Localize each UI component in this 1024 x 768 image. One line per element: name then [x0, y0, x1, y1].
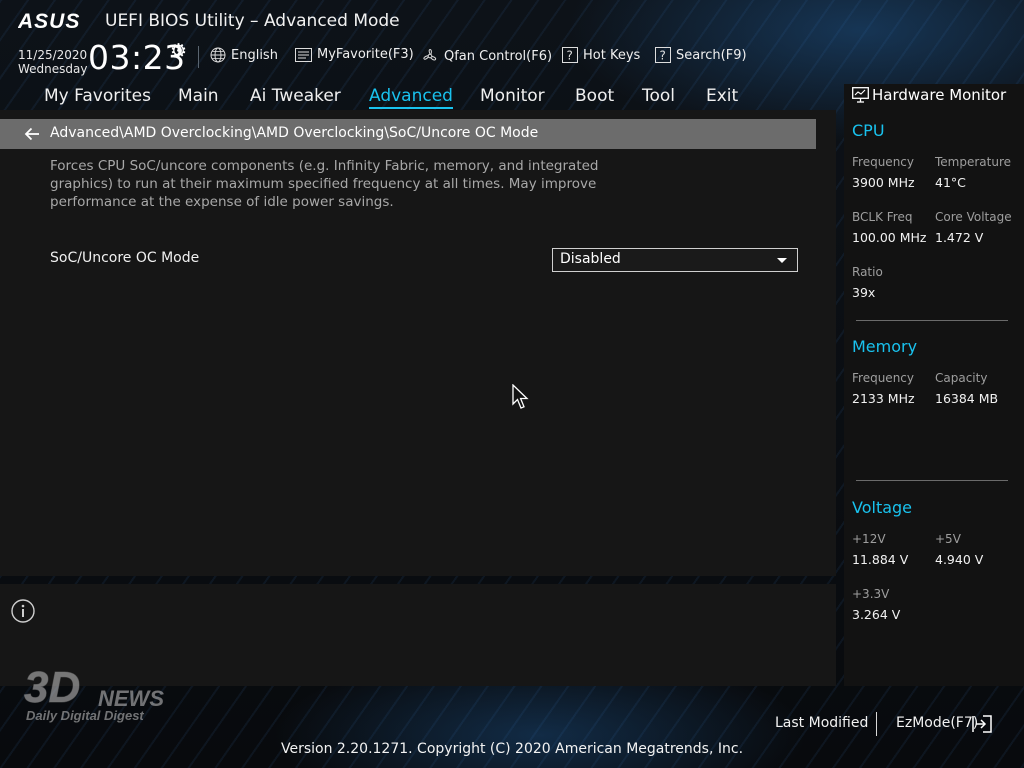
tab-advanced[interactable]: Advanced: [369, 86, 453, 109]
tab-tool[interactable]: Tool: [642, 86, 675, 106]
breadcrumb-path: Advanced\AMD Overclocking\AMD Overclocki…: [50, 125, 539, 141]
hotkeys-button[interactable]: ? Hot Keys: [562, 47, 640, 63]
svg-text:?: ?: [660, 49, 666, 63]
voltage-heading: Voltage: [852, 498, 913, 517]
back-arrow-icon[interactable]: [24, 126, 40, 142]
v33-value: 3.264 V: [852, 607, 901, 622]
main-menu: My Favorites Main Ai Tweaker Advanced Mo…: [0, 82, 836, 110]
ezmode-button[interactable]: EzMode(F7): [896, 715, 978, 731]
language-label: English: [231, 47, 278, 63]
ratio-label: Ratio: [852, 265, 883, 279]
favorite-list-icon: [295, 47, 312, 62]
cpu-temperature-label: Temperature: [935, 155, 1012, 169]
last-modified-button[interactable]: Last Modified: [775, 715, 868, 731]
tab-boot[interactable]: Boot: [575, 86, 614, 106]
memory-capacity-label: Capacity: [935, 371, 988, 385]
v12-value: 11.884 V: [852, 552, 909, 567]
globe-icon: [210, 47, 226, 63]
core-voltage-label: Core Voltage: [935, 210, 1012, 224]
tab-my-favorites[interactable]: My Favorites: [44, 86, 151, 106]
memory-capacity-value: 16384 MB: [935, 391, 999, 406]
memory-frequency-value: 2133 MHz: [852, 391, 915, 406]
hotkeys-label: Hot Keys: [583, 47, 641, 63]
footer-divider: [876, 712, 877, 736]
info-icon: [11, 599, 35, 623]
language-button[interactable]: English: [210, 47, 278, 63]
tab-ai-tweaker[interactable]: Ai Tweaker: [250, 86, 341, 106]
memory-frequency-label: Frequency: [852, 371, 914, 385]
v5-label: +5V: [935, 532, 961, 546]
svg-text:?: ?: [567, 49, 573, 63]
asus-logo: ASUS: [18, 10, 80, 33]
hw-divider: [856, 320, 1008, 321]
date-text: 11/25/2020: [18, 48, 88, 62]
svg-text:3D: 3D: [24, 663, 80, 712]
v5-value: 4.940 V: [935, 552, 984, 567]
search-help-icon: ?: [655, 47, 671, 63]
cpu-heading: CPU: [852, 121, 885, 140]
hardware-monitor-title: Hardware Monitor: [872, 86, 1007, 104]
search-button[interactable]: ? Search(F9): [655, 47, 747, 63]
date-display: 11/25/2020 Wednesday: [18, 48, 87, 76]
hw-divider: [856, 480, 1008, 481]
header-divider: [198, 46, 199, 68]
qfan-button[interactable]: Qfan Control(F6): [421, 47, 552, 65]
watermark-logo: 3D NEWS Daily Digital Digest: [24, 663, 165, 724]
exit-arrow-icon[interactable]: [972, 715, 992, 733]
tab-monitor[interactable]: Monitor: [480, 86, 545, 106]
bclk-value: 100.00 MHz: [852, 230, 927, 245]
cpu-frequency-label: Frequency: [852, 155, 914, 169]
option-label: SoC/Uncore OC Mode: [50, 250, 200, 266]
cpu-frequency-value: 3900 MHz: [852, 175, 915, 190]
qfan-label: Qfan Control(F6): [444, 48, 553, 64]
svg-text:ASUS: ASUS: [18, 10, 80, 33]
gear-icon[interactable]: ⚙: [170, 40, 187, 62]
monitor-icon: [852, 87, 869, 103]
select-value: Disabled: [560, 251, 621, 267]
app-title: UEFI BIOS Utility – Advanced Mode: [105, 11, 400, 31]
myfavorite-label: MyFavorite(F3): [317, 47, 414, 62]
search-label: Search(F9): [676, 47, 747, 63]
tab-main[interactable]: Main: [178, 86, 219, 106]
soc-uncore-oc-mode-select[interactable]: Disabled: [552, 248, 798, 272]
question-icon: ?: [562, 47, 578, 63]
v12-label: +12V: [852, 532, 886, 546]
chevron-down-icon: [777, 258, 787, 263]
bclk-label: BCLK Freq: [852, 210, 913, 224]
myfavorite-button[interactable]: MyFavorite(F3): [295, 47, 414, 62]
version-info: Version 2.20.1271. Copyright (C) 2020 Am…: [280, 741, 744, 757]
ratio-value: 39x: [852, 285, 876, 300]
option-description: Forces CPU SoC/uncore components (e.g. I…: [50, 158, 599, 210]
fan-icon: [423, 49, 437, 61]
tab-exit[interactable]: Exit: [706, 86, 738, 106]
v33-label: +3.3V: [852, 587, 890, 601]
cpu-temperature-value: 41°C: [935, 175, 966, 190]
memory-heading: Memory: [852, 337, 918, 356]
weekday-text: Wednesday: [18, 62, 88, 76]
mouse-pointer-icon: [512, 384, 529, 409]
svg-text:Daily Digital Digest: Daily Digital Digest: [26, 708, 144, 723]
core-voltage-value: 1.472 V: [935, 230, 984, 245]
